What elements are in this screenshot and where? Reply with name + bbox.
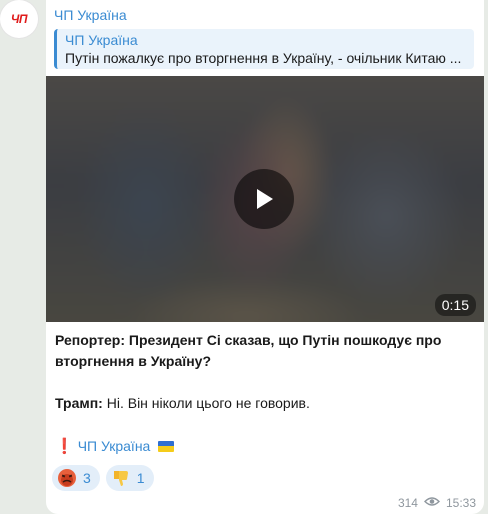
video-player[interactable]: 0:15: [46, 76, 484, 322]
channel-signature[interactable]: ❗ ЧП Україна: [55, 437, 175, 455]
message-meta: 314 15:33: [398, 496, 476, 510]
trump-answer: Трамп: Ні. Він ніколи цього не говорив.: [55, 393, 475, 414]
message-bubble: ЧП Україна ЧП Україна Путін пожалкує про…: [46, 0, 484, 514]
thumbs-down-icon: [111, 468, 131, 488]
reaction-count: 1: [136, 470, 145, 486]
reply-title: ЧП Україна: [65, 32, 138, 48]
reply-quote[interactable]: ЧП Україна Путін пожалкує про вторгнення…: [54, 29, 474, 69]
play-icon: [257, 189, 273, 209]
ukraine-flag-icon: [158, 440, 175, 452]
view-count: 314: [397, 496, 418, 510]
signature-link[interactable]: ЧП Україна: [78, 438, 151, 454]
eye-icon: [423, 496, 440, 510]
answer-speaker: Трамп:: [55, 395, 103, 411]
play-button[interactable]: [234, 169, 294, 229]
message-time: 15:33: [445, 496, 476, 510]
channel-avatar[interactable]: ЧП: [0, 0, 38, 38]
channel-name[interactable]: ЧП Україна: [54, 7, 127, 23]
reaction-count: 3: [83, 470, 91, 486]
reply-text: Путін пожалкує про вторгнення в Україну,…: [65, 50, 462, 66]
answer-text: Ні. Він ніколи цього не говорив.: [102, 395, 310, 411]
angry-face-icon: [57, 468, 77, 488]
video-duration: 0:15: [434, 294, 476, 316]
reporter-question: Репортер: Президент Сі сказав, що Путін …: [55, 332, 442, 369]
message-caption: Репортер: Президент Сі сказав, що Путін …: [55, 330, 475, 414]
reaction-angry[interactable]: 3: [52, 465, 100, 491]
reaction-thumbs-down[interactable]: 1: [105, 465, 154, 491]
exclamation-icon: ❗: [55, 438, 74, 455]
avatar-text: ЧП: [10, 12, 28, 26]
reactions-bar: 3 1: [52, 465, 154, 491]
